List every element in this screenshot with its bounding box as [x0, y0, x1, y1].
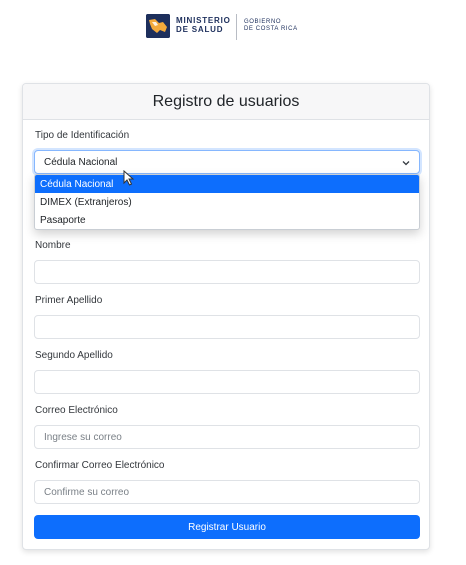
page-title: Registro de usuarios	[152, 92, 300, 110]
id-type-label: Tipo de Identificación	[35, 130, 130, 141]
option-pasaporte[interactable]: Pasaporte	[35, 211, 419, 229]
correo-input[interactable]: Ingrese su correo	[34, 425, 420, 449]
registrar-usuario-button[interactable]: Registrar Usuario	[34, 515, 420, 539]
registration-card: Registro de usuarios Tipo de Identificac…	[22, 83, 430, 550]
segundo-apellido-input[interactable]	[34, 370, 420, 394]
id-type-dropdown: Cédula Nacional DIMEX (Extranjeros) Pasa…	[34, 174, 420, 230]
correo-placeholder: Ingrese su correo	[44, 431, 122, 443]
site-header: MINISTERIO DE SALUD GOBIERNO DE COSTA RI…	[0, 0, 466, 60]
confirmar-correo-input[interactable]: Confirme su correo	[34, 480, 420, 504]
ministerio-brand: MINISTERIO DE SALUD	[176, 16, 231, 34]
id-type-selected-value: Cédula Nacional	[44, 156, 118, 168]
brand-line-2: DE SALUD	[176, 25, 224, 34]
gov-line-2: DE COSTA RICA	[244, 26, 298, 32]
nombre-input[interactable]	[34, 260, 420, 284]
card-header: Registro de usuarios	[23, 84, 429, 120]
segundo-apellido-label: Segundo Apellido	[35, 350, 113, 361]
brand-line-1: MINISTERIO	[176, 16, 231, 25]
mouse-pointer-icon	[123, 170, 135, 186]
nombre-label: Nombre	[35, 240, 71, 251]
brand-divider	[236, 14, 237, 40]
primer-apellido-label: Primer Apellido	[35, 295, 103, 306]
ministerio-logo-icon	[146, 14, 170, 38]
gov-line-1: GOBIERNO	[244, 19, 282, 25]
confirmar-correo-label: Confirmar Correo Electrónico	[35, 460, 165, 471]
correo-label: Correo Electrónico	[35, 405, 118, 416]
confirmar-correo-placeholder: Confirme su correo	[44, 486, 130, 498]
chevron-down-icon	[402, 161, 410, 166]
gobierno-brand: GOBIERNO DE COSTA RICA	[244, 19, 298, 33]
primer-apellido-input[interactable]	[34, 315, 420, 339]
id-type-select[interactable]: Cédula Nacional	[34, 150, 420, 174]
option-dimex[interactable]: DIMEX (Extranjeros)	[35, 193, 419, 211]
option-cedula-nacional[interactable]: Cédula Nacional	[35, 175, 419, 193]
